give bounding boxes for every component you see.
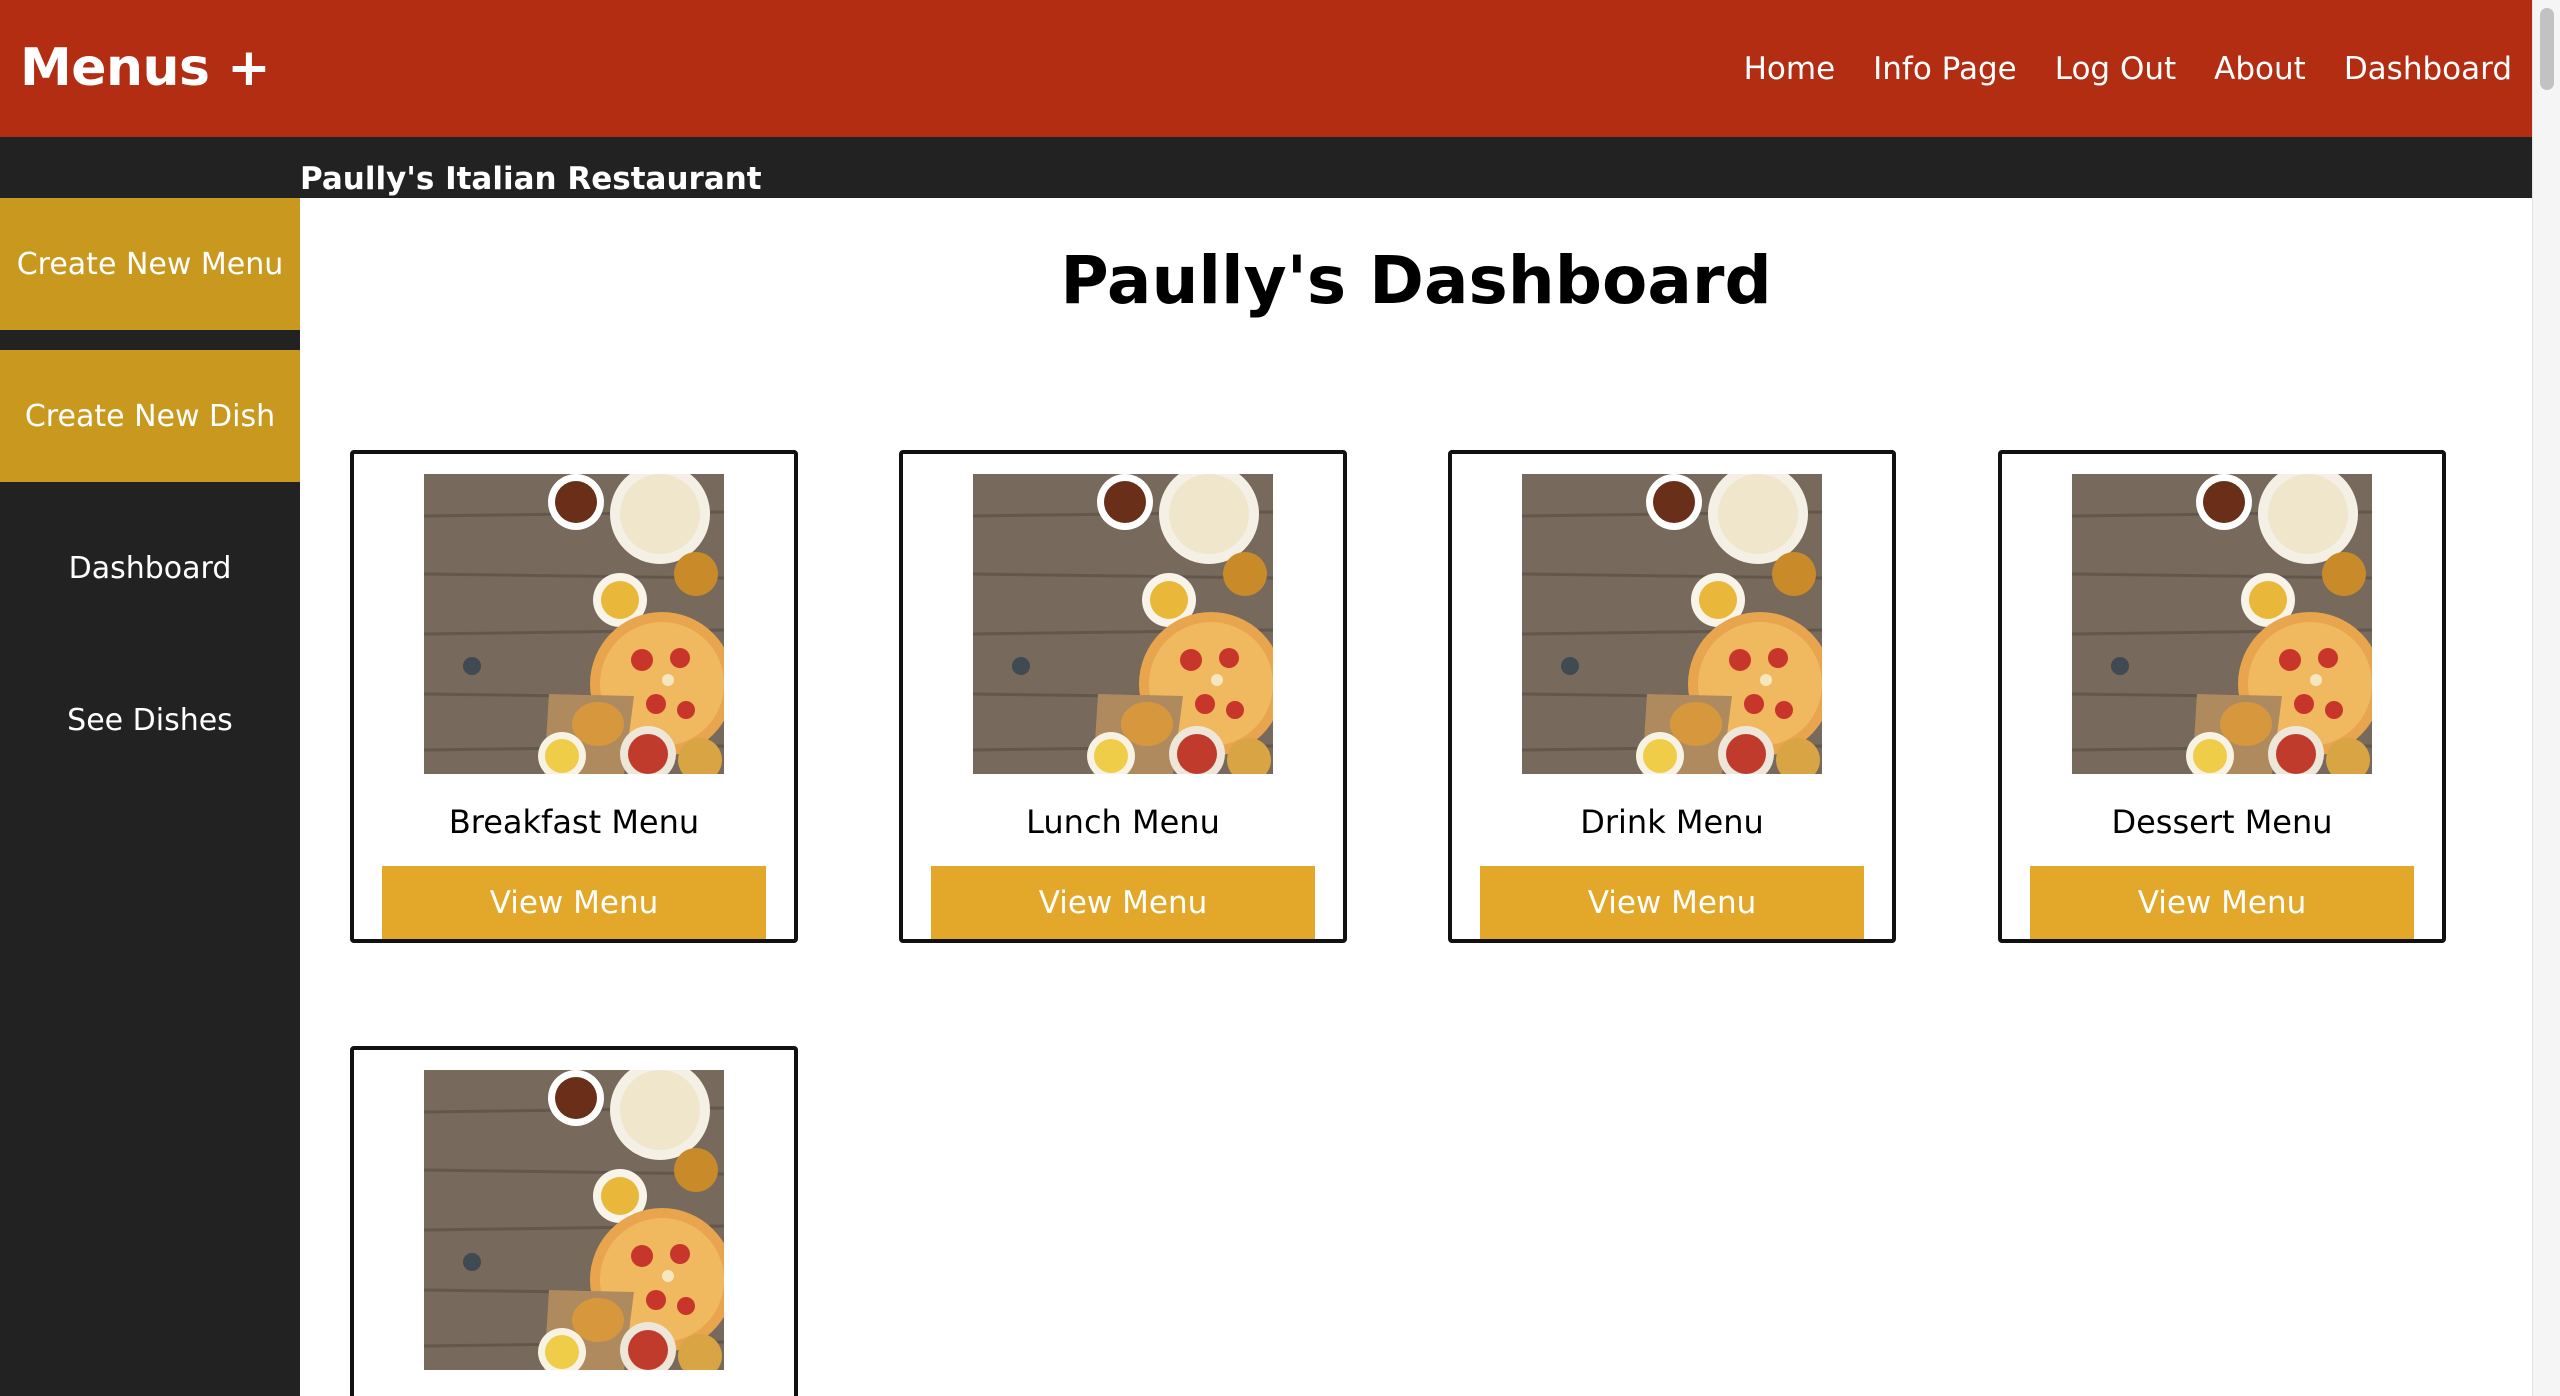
food-image bbox=[424, 1070, 724, 1370]
menu-card-title: Dessert Menu bbox=[2111, 803, 2333, 841]
menu-card-title: Drink Menu bbox=[1580, 803, 1764, 841]
view-menu-button[interactable]: View Menu bbox=[382, 866, 766, 939]
sidebar: Create New Menu Create New Dish Dashboar… bbox=[0, 198, 300, 1396]
nav-about-link[interactable]: About bbox=[2195, 51, 2325, 87]
food-image bbox=[973, 474, 1273, 774]
brand-logo[interactable]: Menus + bbox=[20, 0, 271, 137]
menu-card-title: Breakfast Menu bbox=[448, 803, 700, 841]
view-menu-button[interactable]: View Menu bbox=[2030, 866, 2414, 939]
menu-card-dessert: Dessert Menu View Menu bbox=[1998, 450, 2446, 943]
menu-card-lunch: Lunch Menu View Menu bbox=[899, 450, 1347, 943]
food-image bbox=[2072, 474, 2372, 774]
menu-card-title: Lunch Menu bbox=[1026, 803, 1220, 841]
sidebar-item-dashboard[interactable]: Dashboard bbox=[0, 502, 300, 634]
menu-card-drink: Drink Menu View Menu bbox=[1448, 450, 1896, 943]
menu-card bbox=[350, 1046, 798, 1396]
top-nav: Home Info Page Log Out About Dashboard bbox=[1725, 0, 2512, 137]
menu-card-breakfast: Breakfast Menu View Menu bbox=[350, 450, 798, 943]
sidebar-item-create-new-dish[interactable]: Create New Dish bbox=[0, 350, 300, 482]
food-image bbox=[424, 474, 724, 774]
food-image bbox=[1522, 474, 1822, 774]
scrollbar-thumb[interactable] bbox=[2540, 8, 2554, 90]
page-title: Paully's Dashboard bbox=[1060, 242, 1772, 319]
sidebar-item-see-dishes[interactable]: See Dishes bbox=[0, 654, 300, 786]
top-navbar: Menus + Home Info Page Log Out About Das… bbox=[0, 0, 2532, 137]
sidebar-item-create-new-menu[interactable]: Create New Menu bbox=[0, 198, 300, 330]
nav-dashboard-link[interactable]: Dashboard bbox=[2325, 51, 2512, 87]
nav-info-page-link[interactable]: Info Page bbox=[1854, 51, 2036, 87]
view-menu-button[interactable]: View Menu bbox=[1480, 866, 1864, 939]
nav-home-link[interactable]: Home bbox=[1725, 51, 1855, 87]
view-menu-button[interactable]: View Menu bbox=[931, 866, 1315, 939]
page-scrollbar[interactable] bbox=[2532, 0, 2560, 1396]
nav-log-out-link[interactable]: Log Out bbox=[2036, 51, 2195, 87]
restaurant-name: Paully's Italian Restaurant bbox=[300, 161, 762, 197]
